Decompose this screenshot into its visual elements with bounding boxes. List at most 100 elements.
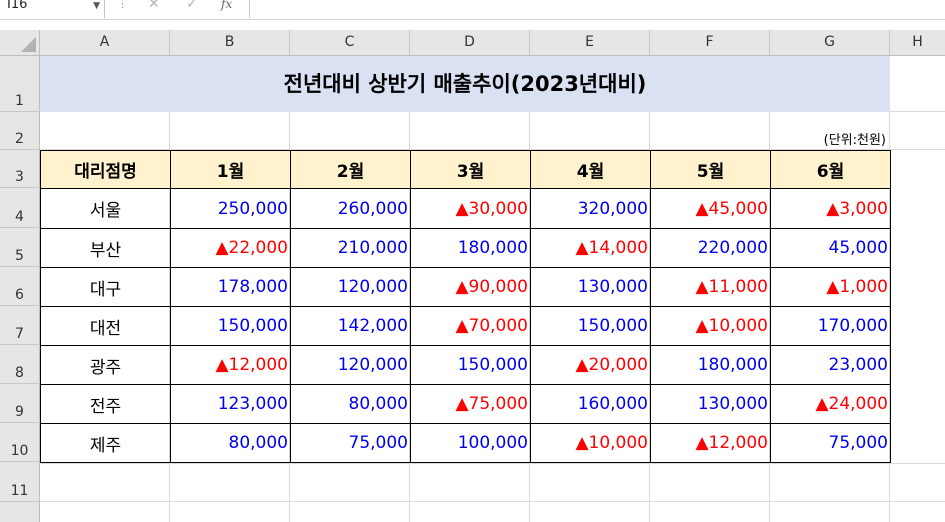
column-header-a[interactable]: A: [40, 30, 170, 56]
column-header-e[interactable]: E: [530, 30, 650, 56]
value-cell[interactable]: ▲45,000: [650, 188, 771, 229]
value-cell[interactable]: ▲30,000: [410, 188, 531, 229]
branch-name-cell[interactable]: 부산: [40, 228, 171, 268]
header-cell-feb[interactable]: 2월: [290, 150, 411, 189]
formula-input[interactable]: [249, 0, 945, 18]
value-cell[interactable]: ▲14,000: [530, 228, 651, 268]
value-cell[interactable]: 160,000: [530, 384, 651, 424]
branch-name-cell[interactable]: 대전: [40, 306, 171, 346]
row-header-10[interactable]: 10: [0, 423, 40, 462]
enter-icon[interactable]: ✓: [186, 0, 198, 12]
header-cell-apr[interactable]: 4월: [530, 150, 651, 189]
row-number: 6: [15, 287, 24, 303]
value-cell[interactable]: 142,000: [290, 306, 411, 346]
value-cell[interactable]: ▲11,000: [650, 267, 771, 307]
value-cell[interactable]: 120,000: [290, 345, 411, 385]
row-number: 7: [15, 326, 24, 342]
value-cell[interactable]: ▲1,000: [770, 267, 891, 307]
branch-name-cell[interactable]: 대구: [40, 267, 171, 307]
header-cell-mar[interactable]: 3월: [410, 150, 531, 189]
value-cell[interactable]: ▲12,000: [650, 423, 771, 463]
value-cell[interactable]: 150,000: [530, 306, 651, 346]
value-cell[interactable]: ▲20,000: [530, 345, 651, 385]
branch-name-cell[interactable]: 제주: [40, 423, 171, 463]
value-cell[interactable]: 150,000: [170, 306, 291, 346]
column-header-f[interactable]: F: [650, 30, 770, 56]
row-header-6[interactable]: 6: [0, 267, 40, 306]
table-row: 전주 123,000 80,000 ▲75,000 160,000 130,00…: [40, 384, 891, 424]
name-box[interactable]: I16 ▼: [0, 0, 105, 18]
value-cell[interactable]: 23,000: [770, 345, 891, 385]
row-header-4[interactable]: 4: [0, 188, 40, 228]
gridline: [40, 463, 945, 464]
header-cell-jun[interactable]: 6월: [770, 150, 891, 189]
value-cell[interactable]: 75,000: [770, 423, 891, 463]
value-cell[interactable]: 120,000: [290, 267, 411, 307]
value-cell[interactable]: ▲3,000: [770, 188, 891, 229]
column-header-d[interactable]: D: [410, 30, 530, 56]
column-header-g[interactable]: G: [770, 30, 890, 56]
row-number: 2: [15, 131, 24, 147]
value-cell[interactable]: ▲90,000: [410, 267, 531, 307]
table-row: 대전 150,000 142,000 ▲70,000 150,000 ▲10,0…: [40, 306, 891, 346]
sheet-title[interactable]: 전년대비 상반기 매출추이(2023년대비): [40, 56, 890, 112]
row-header-2[interactable]: 2: [0, 112, 40, 150]
row-header-7[interactable]: 7: [0, 306, 40, 345]
chevron-down-icon[interactable]: ▼: [93, 0, 100, 15]
row-header-8[interactable]: 8: [0, 345, 40, 384]
branch-name-cell[interactable]: 전주: [40, 384, 171, 424]
row-header-9[interactable]: 9: [0, 384, 40, 423]
value-cell[interactable]: 220,000: [650, 228, 771, 268]
value-cell[interactable]: 130,000: [530, 267, 651, 307]
value-cell[interactable]: ▲10,000: [530, 423, 651, 463]
insert-function-icon[interactable]: fx: [221, 0, 232, 11]
table-row: 광주 ▲12,000 120,000 150,000 ▲20,000 180,0…: [40, 345, 891, 385]
value-cell[interactable]: 180,000: [650, 345, 771, 385]
value-cell[interactable]: 100,000: [410, 423, 531, 463]
table-header-row: 대리점명 1월 2월 3월 4월 5월 6월: [40, 150, 891, 189]
value-cell[interactable]: 178,000: [170, 267, 291, 307]
row-number: 1: [15, 93, 24, 109]
value-cell[interactable]: 130,000: [650, 384, 771, 424]
table-row: 부산 ▲22,000 210,000 180,000 ▲14,000 220,0…: [40, 228, 891, 268]
formula-bar: I16 ▼ ⋮ ✕ ✓ fx: [0, 0, 945, 20]
header-cell-jan[interactable]: 1월: [170, 150, 291, 189]
value-cell[interactable]: 260,000: [290, 188, 411, 229]
gridline: [40, 501, 945, 502]
row-header-12[interactable]: [0, 502, 40, 522]
header-cell-may[interactable]: 5월: [650, 150, 771, 189]
value-cell[interactable]: 320,000: [530, 188, 651, 229]
header-cell-name[interactable]: 대리점명: [40, 150, 171, 189]
row-header-3[interactable]: 3: [0, 150, 40, 188]
value-cell[interactable]: ▲10,000: [650, 306, 771, 346]
row-header-11[interactable]: 11: [0, 462, 40, 502]
value-cell[interactable]: 75,000: [290, 423, 411, 463]
value-cell[interactable]: 180,000: [410, 228, 531, 268]
table-row: 서울 250,000 260,000 ▲30,000 320,000 ▲45,0…: [40, 188, 891, 229]
value-cell[interactable]: 123,000: [170, 384, 291, 424]
value-cell[interactable]: ▲12,000: [170, 345, 291, 385]
column-header-c[interactable]: C: [290, 30, 410, 56]
value-cell[interactable]: 45,000: [770, 228, 891, 268]
value-cell[interactable]: 150,000: [410, 345, 531, 385]
value-cell[interactable]: 250,000: [170, 188, 291, 229]
column-header-b[interactable]: B: [170, 30, 290, 56]
value-cell[interactable]: ▲22,000: [170, 228, 291, 268]
value-cell[interactable]: 170,000: [770, 306, 891, 346]
row-header-1[interactable]: 1: [0, 56, 40, 112]
row-header-5[interactable]: 5: [0, 228, 40, 267]
value-cell[interactable]: ▲24,000: [770, 384, 891, 424]
column-header-h[interactable]: H: [890, 30, 945, 56]
value-cell[interactable]: 210,000: [290, 228, 411, 268]
value-cell[interactable]: ▲70,000: [410, 306, 531, 346]
formula-bar-splitter[interactable]: ⋮: [117, 0, 128, 10]
select-all-button[interactable]: [0, 30, 40, 56]
value-cell[interactable]: 80,000: [290, 384, 411, 424]
branch-name-cell[interactable]: 서울: [40, 188, 171, 229]
cancel-icon[interactable]: ✕: [148, 0, 160, 12]
name-box-value[interactable]: I16: [7, 0, 27, 14]
unit-label[interactable]: (단위:천원): [824, 129, 886, 148]
value-cell[interactable]: 80,000: [170, 423, 291, 463]
branch-name-cell[interactable]: 광주: [40, 345, 171, 385]
value-cell[interactable]: ▲75,000: [410, 384, 531, 424]
